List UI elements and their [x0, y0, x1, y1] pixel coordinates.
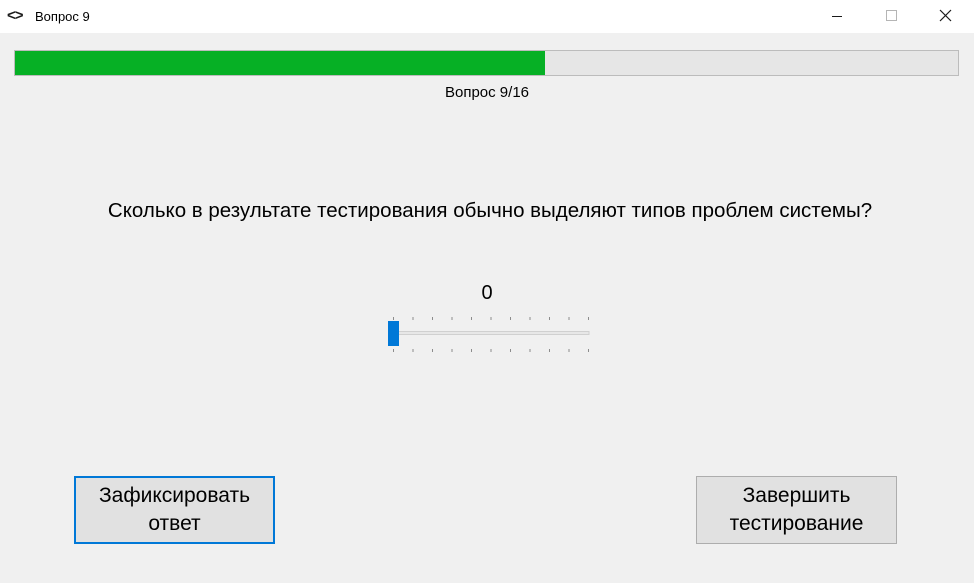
slider-value: 0: [481, 282, 493, 304]
minimize-button[interactable]: [814, 0, 860, 33]
maximize-button[interactable]: [868, 0, 914, 33]
minimize-icon: [832, 16, 842, 17]
progress-label: Вопрос 9/16: [444, 84, 530, 101]
maximize-icon: [886, 10, 897, 21]
finish-test-button[interactable]: Завершить тестирование: [696, 476, 897, 544]
submit-answer-button[interactable]: Зафиксировать ответ: [74, 476, 275, 544]
title-bar: <> Вопрос 9: [0, 0, 974, 33]
close-icon: [939, 9, 952, 22]
window-title: Вопрос 9: [35, 9, 90, 24]
answer-slider[interactable]: [383, 312, 597, 358]
progress-bar-fill: [15, 51, 546, 75]
code-brackets-icon: <>: [7, 7, 24, 24]
slider-thumb[interactable]: [388, 321, 399, 346]
slider-track: [392, 331, 590, 335]
slider-graphic: [388, 317, 590, 352]
question-text: Сколько в результате тестирования обычно…: [107, 199, 873, 222]
close-button[interactable]: [922, 0, 968, 33]
progress-bar: [14, 50, 959, 76]
